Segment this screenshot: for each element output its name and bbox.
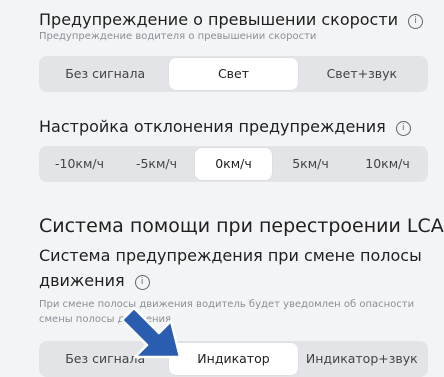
deviation-option-5[interactable]: 5км/ч [272,148,349,180]
info-icon[interactable]: i [395,121,411,136]
pointer-arrow-icon [120,306,182,359]
deviation-segmented-control: -10км/ч -5км/ч 0км/ч 5км/ч 10км/ч [39,146,428,182]
deviation-option-10[interactable]: 10км/ч [349,148,426,180]
lca-desc-line1: При смене полосы движения водитель будет… [39,299,415,310]
lca-warning-title-line2: движения i [39,271,150,290]
info-icon[interactable]: i [134,275,150,290]
info-icon[interactable]: i [408,14,424,29]
deviation-option-minus-10[interactable]: -10км/ч [41,148,118,180]
lca-segmented-control: Без сигнала Индикатор Индикатор+звук [39,341,428,377]
speed-warning-option-light[interactable]: Свет [169,58,298,90]
speed-warning-option-no-signal[interactable]: Без сигнала [41,58,169,90]
speed-warning-segmented-control: Без сигнала Свет Свет+звук [39,56,428,92]
speed-warning-subtitle: Предупреждение водителя о превышении ско… [39,31,317,42]
lca-section-title: Система помощи при перестроении LCA [39,215,444,237]
deviation-title: Настройка отклонения предупреждения i [39,117,411,136]
lca-warning-title-line1: Система предупреждения при смене полосы [39,246,422,265]
speed-warning-option-light-sound[interactable]: Свет+звук [298,58,426,90]
lca-option-indicator-sound[interactable]: Индикатор+звук [298,343,426,375]
speed-warning-title: Предупреждение о превышении скорости i [39,10,424,29]
deviation-option-minus-5[interactable]: -5км/ч [118,148,195,180]
deviation-option-0[interactable]: 0км/ч [195,148,272,180]
lca-option-indicator[interactable]: Индикатор [169,343,298,375]
